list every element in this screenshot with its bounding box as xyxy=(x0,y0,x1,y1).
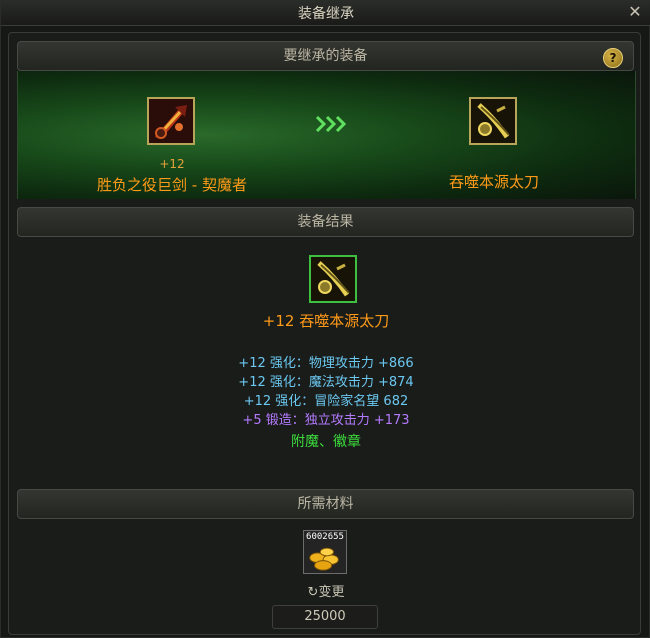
source-item-enhance: +12 xyxy=(159,157,185,171)
change-button[interactable]: ↻变更 xyxy=(301,581,351,600)
target-item-slot[interactable] xyxy=(469,97,517,145)
source-item-slot[interactable] xyxy=(147,97,195,145)
stat-physical-attack: +12 强化：物理攻击力 +866 xyxy=(238,356,414,371)
close-icon[interactable]: ✕ xyxy=(627,3,643,21)
help-icon[interactable]: ? xyxy=(603,48,623,68)
refresh-icon: ↻ xyxy=(307,585,319,600)
equipment-inherit-window: 装备继承 ✕ 要继承的装备 ? +12 胜负之役巨剑 - 契魔者 吞噬本源太刀 … xyxy=(0,0,650,638)
stat-magic-attack: +12 强化：魔法攻击力 +874 xyxy=(238,375,414,390)
inherit-section-header: 要继承的装备 ? xyxy=(17,41,634,71)
stat-adventurer-fame: +12 强化：冒险家名望 682 xyxy=(243,394,409,409)
stat-independent-attack: +5 锻造：独立攻击力 +173 xyxy=(242,413,410,428)
change-label: 变更 xyxy=(318,585,345,600)
triple-chevron-right-icon xyxy=(315,115,347,133)
stat-extras: 附魔、徽章 xyxy=(291,434,361,450)
materials-section-header: 所需材料 xyxy=(17,489,634,519)
katana-icon xyxy=(471,99,515,143)
result-item-title: +12 吞噬本源太刀 xyxy=(262,312,390,330)
result-header-label: 装备结果 xyxy=(297,214,354,230)
katana-icon xyxy=(311,257,355,301)
target-item-name: 吞噬本源太刀 xyxy=(448,173,539,191)
materials-header-label: 所需材料 xyxy=(297,496,354,512)
material-count: 6002655 xyxy=(306,532,344,542)
inherit-header-label: 要继承的装备 xyxy=(283,48,368,64)
result-section-header: 装备结果 xyxy=(17,207,634,237)
window-title: 装备继承 xyxy=(298,6,354,22)
result-item-slot[interactable] xyxy=(309,255,357,303)
greatsword-icon xyxy=(149,99,193,143)
cost-field: 25000 xyxy=(272,605,378,629)
source-item-name: 胜负之役巨剑 - 契魔者 xyxy=(97,176,247,194)
title-bar[interactable]: 装备继承 ✕ xyxy=(1,1,650,26)
